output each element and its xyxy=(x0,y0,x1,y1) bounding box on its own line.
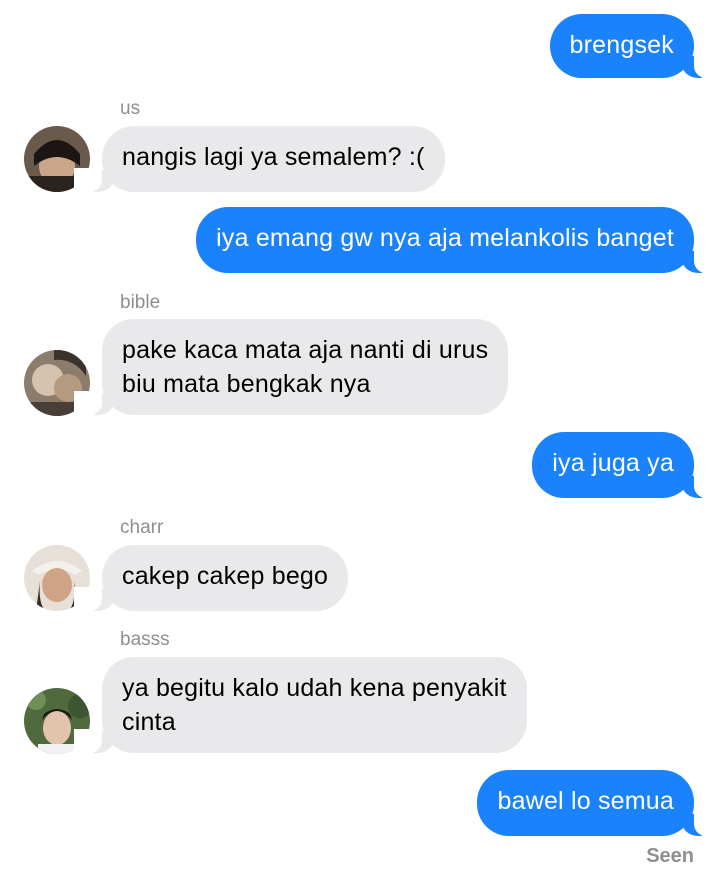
outgoing-message-bubble[interactable]: brengsek xyxy=(549,14,720,78)
read-receipt: Seen xyxy=(646,845,694,867)
sender-name: us xyxy=(120,98,141,119)
message-thread: brengsek us nangis lagi ya semalem? :( i… xyxy=(0,0,720,882)
sender-name: bible xyxy=(120,292,161,313)
sender-name: basss xyxy=(120,629,170,650)
incoming-message-bubble[interactable]: ya begitu kalo udah kena penyakit cinta xyxy=(74,657,527,753)
incoming-message-bubble[interactable]: cakep cakep bego xyxy=(73,545,349,611)
sender-name: charr xyxy=(120,517,164,538)
outgoing-message-bubble[interactable]: iya juga ya xyxy=(532,432,720,498)
incoming-message-bubble[interactable]: pake kaca mata aja nanti di urus biu mat… xyxy=(73,319,509,415)
outgoing-message-bubble[interactable]: bawel lo semua xyxy=(477,770,720,836)
outgoing-message-bubble[interactable]: iya emang gw nya aja melankolis banget xyxy=(196,207,720,273)
incoming-message-bubble[interactable]: nangis lagi ya semalem? :( xyxy=(74,126,445,192)
